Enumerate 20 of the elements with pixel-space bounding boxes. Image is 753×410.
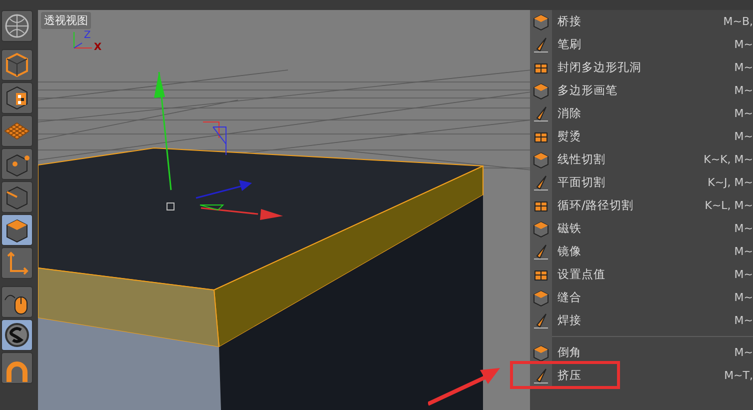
menu-item[interactable]: 封闭多边形孔洞 M~ (530, 56, 753, 79)
menu-item[interactable]: 消除 M~ (530, 102, 753, 125)
z-axis-label: Z (84, 30, 91, 41)
menu-item[interactable]: 镜像 M~ (530, 240, 753, 263)
menu-item[interactable]: 熨烫 M~ (530, 125, 753, 148)
viewport[interactable]: 透视视图 Z X (38, 10, 530, 410)
menu-item[interactable]: 倒角 M~ (530, 341, 753, 364)
menu-item[interactable]: 焊接 M~ (530, 309, 753, 332)
menu-item[interactable]: 设置点值 M~ (530, 263, 753, 286)
menu-item[interactable]: 磁铁 M~ (530, 217, 753, 240)
viewport-title: 透视视图 (40, 12, 91, 29)
menu-item[interactable]: 循环/路径切割 K~L, M~ (530, 194, 753, 217)
menu-item[interactable]: 挤压 M~T, (530, 364, 753, 387)
menu-item[interactable]: 多边形画笔 M~ (530, 79, 753, 102)
menu-item[interactable]: 笔刷 M~ (530, 33, 753, 56)
menu-item[interactable]: 桥接 M~B, (530, 10, 753, 33)
menu-item[interactable]: 平面切割 K~J, M~ (530, 171, 753, 194)
x-axis-label: X (94, 42, 102, 53)
menu-item[interactable]: 缝合 M~ (530, 286, 753, 309)
menu-item[interactable]: 线性切割 K~K, M~ (530, 148, 753, 171)
